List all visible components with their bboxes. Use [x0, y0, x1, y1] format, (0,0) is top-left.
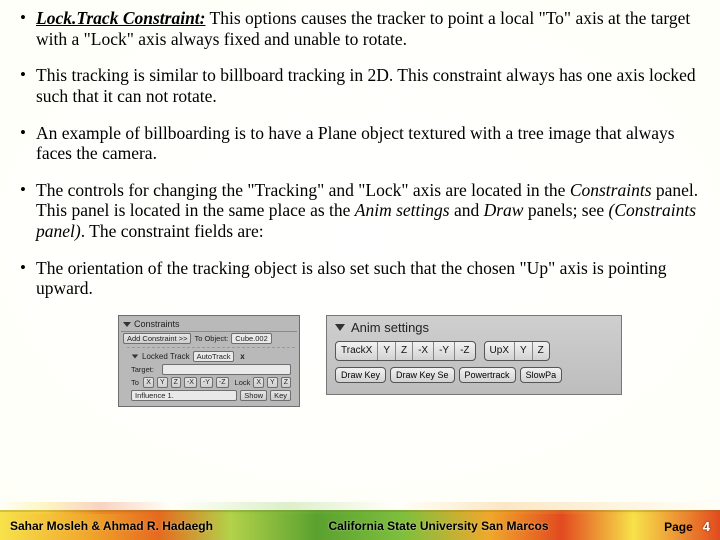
- bullet-4-c: and: [450, 200, 484, 220]
- bullet-1: Lock.Track Constraint: This options caus…: [18, 8, 702, 49]
- slowpa-button[interactable]: SlowPa: [520, 367, 563, 383]
- to-neg-z-button[interactable]: -Z: [216, 377, 229, 388]
- to-x-button[interactable]: X: [143, 377, 154, 388]
- lock-y-button[interactable]: Y: [267, 377, 278, 388]
- footer-page-label: Page: [664, 520, 693, 534]
- anim-settings-title: Anim settings: [351, 320, 429, 335]
- track-y-button[interactable]: Y: [378, 342, 396, 360]
- up-x-button[interactable]: UpX: [485, 342, 515, 360]
- influence-row: Influence 1. Show Key: [129, 389, 293, 402]
- draw-key-button[interactable]: Draw Key: [335, 367, 386, 383]
- lock-x-button[interactable]: X: [253, 377, 264, 388]
- track-axis-group: TrackX Y Z -X -Y -Z: [335, 341, 476, 361]
- lock-axis-label: Lock: [235, 378, 251, 387]
- anim-settings-panel: Anim settings TrackX Y Z -X -Y -Z UpX Y …: [326, 315, 622, 395]
- add-constraint-row: Add Constraint >> To Object: Cube.002: [121, 332, 297, 345]
- up-y-button[interactable]: Y: [515, 342, 533, 360]
- draw-key-sel-button[interactable]: Draw Key Se: [390, 367, 455, 383]
- track-neg-x-button[interactable]: -X: [413, 342, 434, 360]
- collapse-triangle-icon[interactable]: [123, 322, 131, 327]
- bullet-4-draw: Draw: [484, 200, 524, 220]
- bullet-4-e: . The constraint fields are:: [81, 221, 264, 241]
- track-x-button[interactable]: TrackX: [336, 342, 378, 360]
- slide-footer: Sahar Mosleh & Ahmad R. Hadaegh Californ…: [0, 510, 720, 540]
- constraint-type-label: Locked Track: [142, 352, 190, 361]
- constraints-panel-title: Constraints: [134, 319, 180, 329]
- bullet-4-a: The controls for changing the "Tracking"…: [36, 180, 570, 200]
- footer-university: California State University San Marcos: [328, 519, 548, 533]
- bullet-1-term: Lock.Track Constraint:: [36, 8, 206, 28]
- target-label: Target:: [131, 365, 159, 374]
- lock-z-button[interactable]: Z: [281, 377, 291, 388]
- constraints-panel-header: Constraints: [121, 318, 297, 332]
- to-neg-x-button[interactable]: -X: [184, 377, 197, 388]
- bullet-2: This tracking is similar to billboard tr…: [18, 65, 702, 106]
- footer-authors: Sahar Mosleh & Ahmad R. Hadaegh: [10, 519, 213, 533]
- footer-page-number: 4: [703, 519, 710, 534]
- to-axis-label: To: [131, 378, 140, 387]
- to-axis-row: To X Y Z -X -Y -Z Lock X Y Z: [129, 376, 293, 389]
- to-neg-y-button[interactable]: -Y: [200, 377, 213, 388]
- collapse-triangle-icon[interactable]: [132, 355, 138, 359]
- target-row: Target:: [129, 363, 293, 376]
- track-z-button[interactable]: Z: [396, 342, 413, 360]
- figures-row: Constraints Add Constraint >> To Object:…: [118, 315, 702, 407]
- constraints-panel: Constraints Add Constraint >> To Object:…: [118, 315, 300, 407]
- up-z-button[interactable]: Z: [533, 342, 549, 360]
- anim-settings-header: Anim settings: [327, 316, 621, 337]
- constraint-name-field[interactable]: AutoTrack: [193, 351, 235, 362]
- to-object-field[interactable]: Cube.002: [231, 333, 272, 344]
- bullet-4-d: panels; see: [523, 200, 608, 220]
- key-button[interactable]: Key: [270, 390, 291, 401]
- show-button[interactable]: Show: [240, 390, 267, 401]
- bullet-4: The controls for changing the "Tracking"…: [18, 180, 702, 242]
- footer-page: Page 4: [664, 519, 710, 534]
- constraint-header-row: Locked Track AutoTrack x: [129, 350, 293, 363]
- to-object-label: To Object:: [194, 334, 228, 343]
- bullet-4-constraints: Constraints: [570, 180, 652, 200]
- powertrack-button[interactable]: Powertrack: [459, 367, 516, 383]
- draw-row: Draw Key Draw Key Se Powertrack SlowPa: [327, 363, 621, 383]
- to-z-button[interactable]: Z: [171, 377, 181, 388]
- bullet-list: Lock.Track Constraint: This options caus…: [18, 8, 702, 299]
- add-constraint-button[interactable]: Add Constraint >>: [123, 333, 191, 344]
- constraint-block: Locked Track AutoTrack x Target: To X Y …: [127, 347, 295, 404]
- collapse-triangle-icon[interactable]: [335, 324, 345, 331]
- close-icon[interactable]: x: [237, 352, 247, 361]
- slide-body: Lock.Track Constraint: This options caus…: [0, 0, 720, 540]
- bullet-3: An example of billboarding is to have a …: [18, 123, 702, 164]
- track-neg-z-button[interactable]: -Z: [455, 342, 474, 360]
- bullet-5: The orientation of the tracking object i…: [18, 258, 702, 299]
- influence-field[interactable]: Influence 1.: [131, 390, 237, 401]
- to-y-button[interactable]: Y: [157, 377, 168, 388]
- bullet-4-anim: Anim settings: [355, 200, 450, 220]
- target-field[interactable]: [162, 364, 291, 375]
- up-axis-group: UpX Y Z: [484, 341, 550, 361]
- track-up-row: TrackX Y Z -X -Y -Z UpX Y Z: [327, 337, 621, 363]
- track-neg-y-button[interactable]: -Y: [434, 342, 455, 360]
